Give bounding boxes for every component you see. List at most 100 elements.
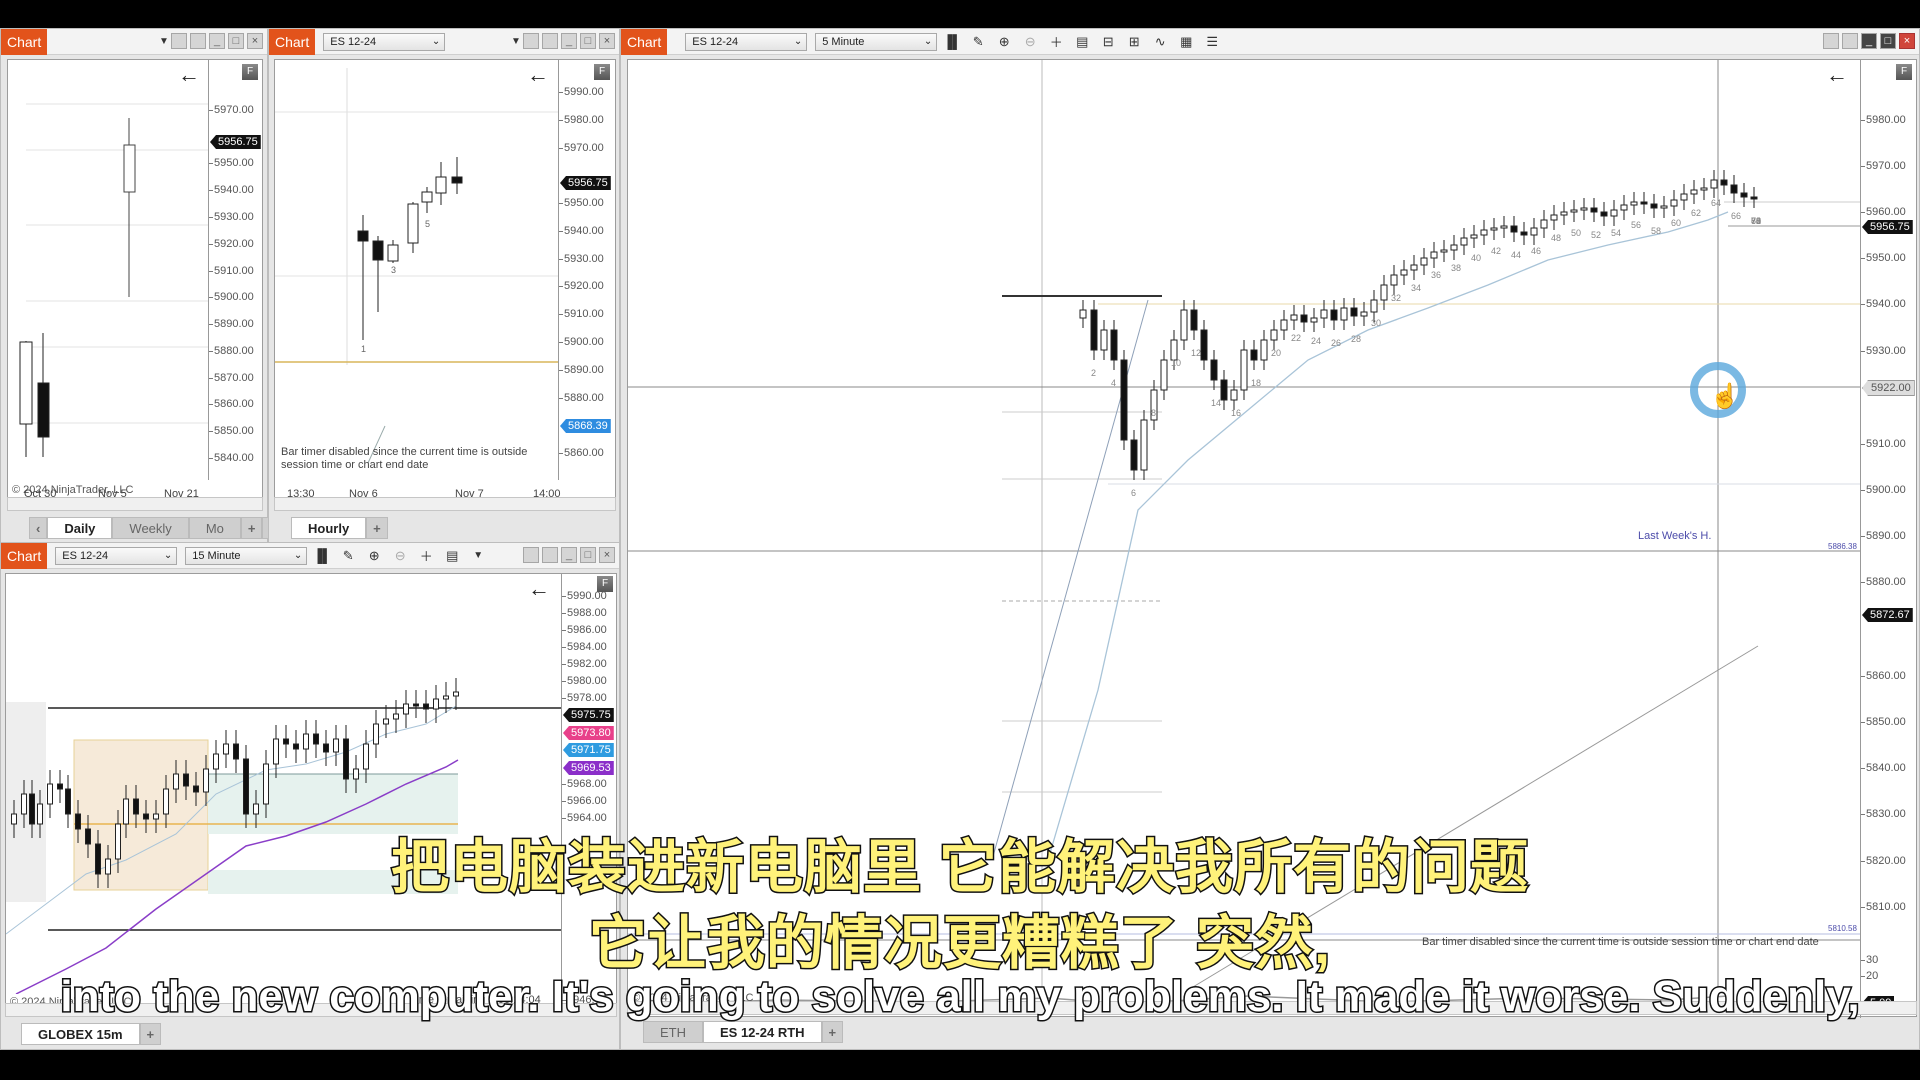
price-tick: 5978.00 bbox=[562, 692, 607, 704]
bar-label: 20 bbox=[1271, 348, 1281, 358]
templates-icon[interactable]: ▦ bbox=[1175, 32, 1197, 52]
minimize-button[interactable]: _ bbox=[209, 33, 225, 49]
link-button[interactable] bbox=[1823, 33, 1839, 49]
data-box-icon[interactable]: ▤ bbox=[1071, 32, 1093, 52]
candle bbox=[1410, 255, 1418, 280]
price-tick: 5940.00 bbox=[1861, 298, 1906, 310]
tab-hourly[interactable]: Hourly bbox=[291, 517, 367, 539]
tab-daily[interactable]: Daily bbox=[47, 517, 113, 539]
zoom-out-icon[interactable]: ⊖ bbox=[389, 546, 411, 566]
link-button-2[interactable] bbox=[542, 33, 558, 49]
maximize-button[interactable]: □ bbox=[228, 33, 244, 49]
hourly-chart-window: Chart ES 12-24 ⌄ ▼ _ □ × 1 3 5 ← Bar tim… bbox=[268, 28, 620, 548]
instrument-dropdown[interactable]: ES 12-24 ⌄ bbox=[685, 32, 808, 51]
price-tick: 5830.00 bbox=[1861, 808, 1906, 820]
zoom-in-icon[interactable]: ⊕ bbox=[363, 546, 385, 566]
interval-dropdown[interactable]: 5 Minute ⌄ bbox=[815, 32, 938, 51]
close-button[interactable]: × bbox=[599, 33, 615, 49]
tab-globex-15m[interactable]: GLOBEX 15m bbox=[21, 1023, 140, 1045]
back-arrow-icon[interactable]: ← bbox=[528, 576, 550, 602]
tab-weekly[interactable]: Weekly bbox=[112, 517, 189, 539]
candle bbox=[1400, 260, 1408, 285]
horizontal-scrollbar[interactable] bbox=[7, 497, 263, 511]
data-box-icon[interactable]: ▤ bbox=[441, 546, 463, 566]
candle bbox=[1610, 200, 1618, 226]
link-button[interactable] bbox=[171, 33, 187, 49]
add-tab-button[interactable]: + bbox=[139, 1023, 162, 1045]
bar-label: 30 bbox=[1371, 318, 1381, 328]
price-tick: 5970.00 bbox=[1861, 160, 1906, 172]
more-dropdown-icon[interactable]: ▼ bbox=[467, 546, 489, 566]
minimize-button[interactable]: _ bbox=[561, 33, 577, 49]
subtitle-chinese-line2: 它让我的情况更糟糕了 突然, bbox=[587, 910, 1332, 978]
back-arrow-icon[interactable]: ← bbox=[178, 62, 200, 88]
bar-label: 10 bbox=[1171, 358, 1181, 368]
link-button-2[interactable] bbox=[190, 33, 206, 49]
back-arrow-icon[interactable]: ← bbox=[1826, 62, 1848, 88]
tab-scroll-left[interactable]: ‹ bbox=[29, 517, 48, 539]
tab-eth[interactable]: ETH bbox=[643, 1021, 703, 1043]
f-button[interactable]: F bbox=[1896, 64, 1912, 80]
properties-icon[interactable]: ⊟ bbox=[1097, 32, 1119, 52]
close-button[interactable]: × bbox=[1899, 33, 1915, 49]
daily-chart-panel[interactable]: ← © 2024 NinjaTrader, LLC F 5970.00 5950… bbox=[7, 59, 263, 511]
strategies-icon[interactable]: ⊞ bbox=[1123, 32, 1145, 52]
minimize-button[interactable]: _ bbox=[561, 547, 577, 563]
bar-type-icon[interactable]: ▐▌ bbox=[941, 32, 963, 52]
candle bbox=[333, 725, 339, 766]
instrument-value: ES 12-24 bbox=[692, 35, 739, 48]
draw-tool-icon[interactable]: ✎ bbox=[967, 32, 989, 52]
chevron-down-icon: ⌄ bbox=[163, 549, 173, 561]
f-button[interactable]: F bbox=[242, 64, 258, 80]
add-tab-button[interactable]: + bbox=[240, 517, 263, 539]
close-button[interactable]: × bbox=[247, 33, 263, 49]
candle bbox=[1720, 170, 1728, 195]
add-tab-button[interactable]: + bbox=[366, 517, 388, 539]
bar-label: 54 bbox=[1611, 228, 1621, 238]
instrument-dropdown[interactable]: ES 12-24 ⌄ bbox=[55, 546, 178, 565]
price-tick: 5990.00 bbox=[559, 86, 604, 98]
close-button[interactable]: × bbox=[599, 547, 615, 563]
draw-tool-icon[interactable]: ✎ bbox=[337, 546, 359, 566]
maximize-button[interactable]: □ bbox=[580, 547, 596, 563]
candle bbox=[323, 730, 329, 766]
maximize-button[interactable]: □ bbox=[1880, 33, 1896, 49]
instrument-value: ES 12-24 bbox=[330, 35, 377, 48]
maximize-button[interactable]: □ bbox=[580, 33, 596, 49]
chevron-down-icon: ⌄ bbox=[431, 35, 441, 47]
link-button[interactable] bbox=[523, 33, 539, 49]
hourly-chart-panel[interactable]: 1 3 5 ← Bar timer disabled since the cur… bbox=[274, 59, 616, 511]
zoom-out-icon[interactable]: ⊖ bbox=[1019, 32, 1041, 52]
daily-axis-divider bbox=[208, 60, 209, 480]
instrument-dropdown[interactable]: ES 12-24 ⌄ bbox=[323, 32, 446, 51]
min5-titlebar: Chart ES 12-24 ⌄ 5 Minute ⌄ ▐▌ ✎ ⊕ ⊖ ＋ ▤ ⊟… bbox=[621, 28, 1919, 55]
gridlines bbox=[26, 103, 208, 424]
tab-monthly[interactable]: Mo bbox=[188, 517, 241, 539]
bar-label: 40 bbox=[1471, 253, 1481, 263]
bar-label: 2 bbox=[1091, 368, 1096, 378]
link-button[interactable] bbox=[523, 547, 539, 563]
link-button-2[interactable] bbox=[1842, 33, 1858, 49]
f-button[interactable]: F bbox=[594, 64, 610, 80]
zoom-in-icon[interactable]: ⊕ bbox=[993, 32, 1015, 52]
indicators-icon[interactable]: ∿ bbox=[1149, 32, 1171, 52]
back-arrow-icon[interactable]: ← bbox=[527, 62, 549, 88]
chart-label: Chart bbox=[1, 28, 48, 55]
min15-tabstrip: GLOBEX 15m + bbox=[21, 1021, 162, 1045]
minimize-button[interactable]: _ bbox=[1861, 33, 1877, 49]
interval-dropdown[interactable]: 15 Minute ⌄ bbox=[185, 546, 308, 565]
crosshair-icon[interactable]: ＋ bbox=[1045, 32, 1067, 52]
add-tab-button[interactable]: + bbox=[821, 1021, 844, 1043]
menu-dropdown-arrow-icon[interactable]: ▼ bbox=[511, 36, 521, 47]
interval-value: 5 Minute bbox=[822, 35, 865, 48]
instrument-dropdown-arrow-icon[interactable]: ▼ bbox=[159, 36, 169, 47]
candle bbox=[373, 710, 379, 758]
link-button-2[interactable] bbox=[542, 547, 558, 563]
crosshair-icon[interactable]: ＋ bbox=[415, 546, 437, 566]
tab-es-rth[interactable]: ES 12-24 RTH bbox=[703, 1021, 822, 1043]
horizontal-scrollbar[interactable] bbox=[274, 497, 616, 511]
bar-type-icon[interactable]: ▐▌ bbox=[311, 546, 333, 566]
candle bbox=[223, 730, 229, 768]
list-icon[interactable]: ☰ bbox=[1201, 32, 1223, 52]
candle bbox=[1190, 300, 1198, 340]
